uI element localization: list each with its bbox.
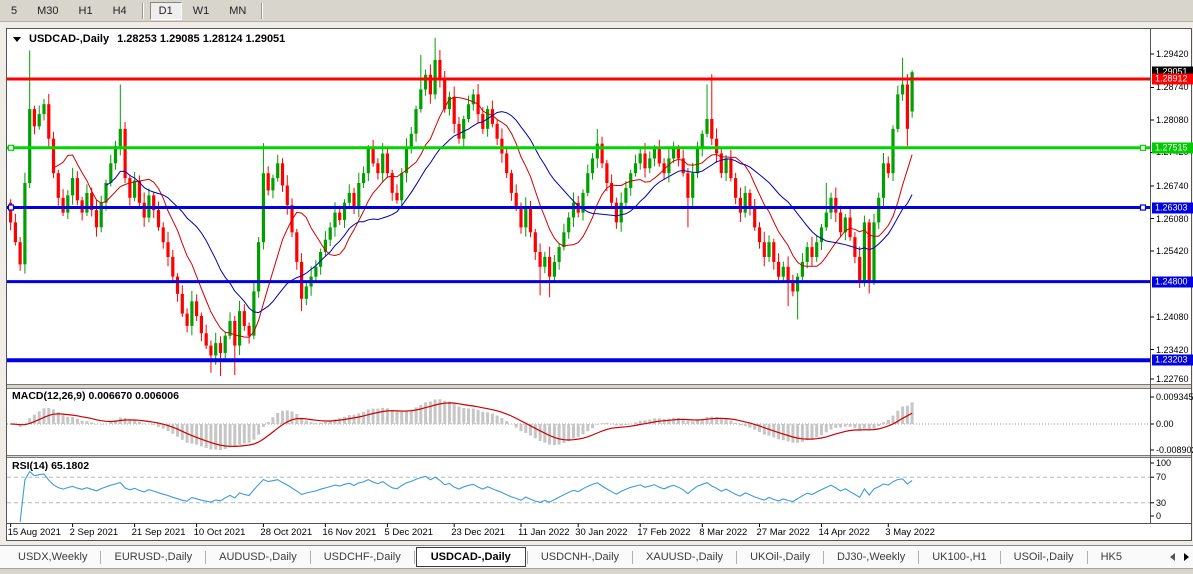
date-tick-label: 27 Mar 2022 <box>756 527 809 538</box>
tab-scroll-left-icon[interactable] <box>1170 553 1175 561</box>
macd-axis-label: -0.008902 <box>1156 445 1193 455</box>
period-button-h1[interactable]: H1 <box>70 2 102 20</box>
tab-separator <box>1087 551 1088 564</box>
tab-separator <box>310 551 311 564</box>
date-tick-label: 8 Mar 2022 <box>699 527 747 538</box>
price-tick-label: 1.28080 <box>1156 115 1189 125</box>
tab-xauusd-daily[interactable]: XAUUSD-,Daily <box>634 548 735 566</box>
tab-usoil-daily[interactable]: USOil-,Daily <box>1002 548 1086 566</box>
tab-separator <box>918 551 919 564</box>
date-tick-label: 28 Oct 2021 <box>260 527 312 538</box>
macd-axis-label: 0.009345 <box>1156 392 1193 402</box>
tab-usdcnh-daily[interactable]: USDCNH-,Daily <box>529 548 631 566</box>
chart-dropdown-icon[interactable] <box>13 37 21 42</box>
ohlc-readout: 1.28253 1.29085 1.28124 1.29051 <box>117 33 285 45</box>
tab-separator <box>823 551 824 564</box>
tab-usdchf-daily[interactable]: USDCHF-,Daily <box>312 548 413 566</box>
line-handle[interactable] <box>1141 205 1146 210</box>
macd-axis-label: 0.00 <box>1156 419 1174 429</box>
rsi-axis-label: 100 <box>1156 458 1171 468</box>
rsi-axis-label: 30 <box>1156 498 1166 508</box>
price-tick-label: 1.26080 <box>1156 214 1189 224</box>
price-badge-1.23203: 1.23203 <box>1152 355 1193 366</box>
date-tick-label: 11 Jan 2022 <box>518 527 570 538</box>
tab-usdcad-daily[interactable]: USDCAD-,Daily <box>416 547 526 567</box>
date-tick-label: 14 Apr 2022 <box>819 527 870 538</box>
tab-separator <box>736 551 737 564</box>
date-tick-label: 2 Sep 2021 <box>70 527 119 538</box>
timeframe-toolbar: 5M30H1H4 D1W1MN <box>0 0 1193 22</box>
toolbar-separator <box>142 3 144 19</box>
tab-eurusd-daily[interactable]: EURUSD-,Daily <box>102 548 204 566</box>
tab-separator <box>414 551 415 564</box>
date-tick-label: 21 Sep 2021 <box>132 527 186 538</box>
date-tick-label: 15 Aug 2021 <box>8 527 61 538</box>
date-tick-label: 30 Jan 2022 <box>575 527 627 538</box>
date-tick-label: 23 Dec 2021 <box>451 527 505 538</box>
date-tick-label: 3 May 2022 <box>885 527 935 538</box>
symbol-period-label: USDCAD-,Daily <box>29 33 109 45</box>
period-button-w1[interactable]: W1 <box>184 2 219 20</box>
chart-tab-bar: USDX,WeeklyEURUSD-,DailyAUDUSD-,DailyUSD… <box>0 545 1193 568</box>
tab-separator <box>527 551 528 564</box>
chart-canvas[interactable] <box>0 0 1193 574</box>
status-bar <box>0 568 1193 574</box>
rsi-axis-label: 70 <box>1156 472 1166 482</box>
date-tick-label: 17 Feb 2022 <box>637 527 690 538</box>
tab-usdx-weekly[interactable]: USDX,Weekly <box>6 548 99 566</box>
period-button-d1[interactable]: D1 <box>150 2 182 20</box>
line-handle[interactable] <box>1141 145 1146 150</box>
price-tick-label: 1.22760 <box>1156 374 1189 384</box>
price-axis[interactable]: 1.294201.287401.280801.274201.267401.260… <box>1151 22 1193 542</box>
tab-ukoil-daily[interactable]: UKOil-,Daily <box>738 548 822 566</box>
tab-hk5[interactable]: HK5 <box>1089 548 1134 566</box>
period-button-h4[interactable]: H4 <box>104 2 136 20</box>
period-button-mn[interactable]: MN <box>220 2 255 20</box>
tab-dj30-weekly[interactable]: DJ30-,Weekly <box>825 548 917 566</box>
price-badge-1.24800: 1.24800 <box>1152 276 1193 287</box>
tab-separator <box>632 551 633 564</box>
price-tick-label: 1.23420 <box>1156 345 1189 355</box>
date-tick-label: 5 Dec 2021 <box>384 527 433 538</box>
tab-separator <box>1000 551 1001 564</box>
period-button-5[interactable]: 5 <box>2 2 26 20</box>
chart-title: USDCAD-,Daily 1.28253 1.29085 1.28124 1.… <box>13 33 285 45</box>
tab-separator <box>205 551 206 564</box>
price-badge-1.28912: 1.28912 <box>1152 74 1193 85</box>
price-tick-label: 1.25420 <box>1156 246 1189 256</box>
price-badge-1.26303: 1.26303 <box>1152 202 1193 213</box>
price-tick-label: 1.26740 <box>1156 181 1189 191</box>
rsi-axis-label: 0 <box>1156 511 1161 521</box>
macd-indicator-label: MACD(12,26,9) 0.006670 0.006006 <box>12 390 179 402</box>
tab-uk100-h1[interactable]: UK100-,H1 <box>920 548 998 566</box>
date-tick-label: 10 Oct 2021 <box>194 527 246 538</box>
tab-scroll-right-icon[interactable] <box>1184 553 1189 561</box>
toolbar-separator <box>261 3 263 19</box>
line-handle[interactable] <box>9 205 14 210</box>
rsi-indicator-label: RSI(14) 65.1802 <box>12 460 89 472</box>
tab-audusd-daily[interactable]: AUDUSD-,Daily <box>207 548 309 566</box>
period-button-m30[interactable]: M30 <box>28 2 67 20</box>
price-tick-label: 1.24080 <box>1156 312 1189 322</box>
date-tick-label: 16 Nov 2021 <box>322 527 376 538</box>
price-badge-1.27515: 1.27515 <box>1152 142 1193 153</box>
line-handle[interactable] <box>9 145 14 150</box>
chart-tabs: USDX,WeeklyEURUSD-,DailyAUDUSD-,DailyUSD… <box>0 547 1134 567</box>
date-axis[interactable]: 15 Aug 2021 2 Sep 2021 21 Sep 2021 10 Oct 2… <box>0 525 1150 541</box>
tab-separator <box>100 551 101 564</box>
price-tick-label: 1.29420 <box>1156 49 1189 59</box>
